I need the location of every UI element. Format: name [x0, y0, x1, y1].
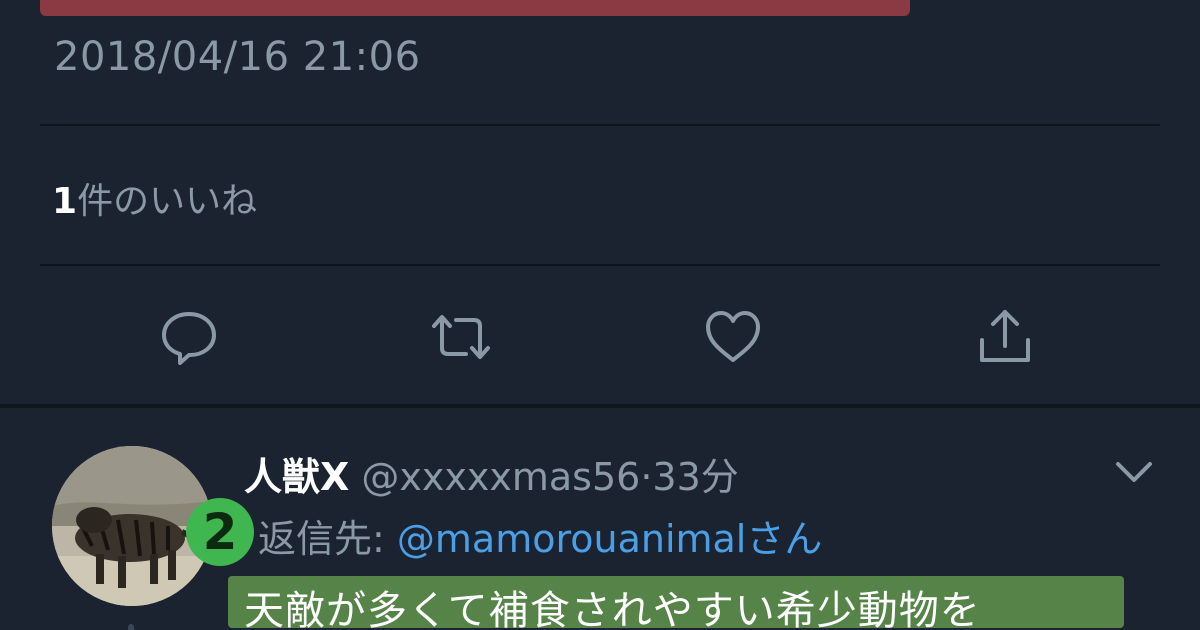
likes-count-link[interactable]: 1件のいいね — [52, 172, 257, 224]
separator: · — [640, 455, 653, 499]
reply-text: 天敵が多くて補食されやすい希少動物を — [244, 588, 981, 630]
heart-icon — [706, 311, 760, 362]
retweet-icon — [432, 315, 490, 359]
reply-to-label: 返信先: — [258, 517, 397, 561]
chevron-down-icon — [1116, 462, 1152, 482]
thread-line — [128, 624, 134, 630]
tweet-timestamp: 2018/04/16 21:06 — [54, 34, 421, 80]
mention-link[interactable]: @mamorouanimal — [397, 517, 746, 561]
annotation-number-badge: 2 — [186, 498, 254, 566]
reply-icon — [162, 312, 216, 365]
divider — [40, 264, 1160, 266]
share-button[interactable] — [970, 302, 1040, 372]
retweet-button[interactable] — [426, 302, 496, 372]
share-icon — [980, 310, 1030, 362]
reply-to-line: 返信先: @mamorouanimalさん — [258, 508, 822, 563]
tweet-action-bar — [0, 302, 1200, 372]
likes-count: 1 — [52, 181, 78, 222]
display-name[interactable]: 人獣X — [244, 455, 349, 499]
user-handle[interactable]: @xxxxxmas56 — [361, 455, 640, 499]
likes-label: 件のいいね — [77, 181, 258, 222]
red-highlight-mark — [40, 0, 910, 16]
more-options-button[interactable] — [1114, 452, 1154, 492]
mention-suffix: さん — [746, 517, 823, 561]
reply-button[interactable] — [154, 302, 224, 372]
tweet-detail-screen: 2018/04/16 21:06 1件のいいね 人獣X @xxxxxmas56·… — [0, 0, 1200, 630]
time-ago: 33分 — [652, 455, 739, 499]
divider — [40, 124, 1160, 126]
reply-tweet[interactable]: 人獣X @xxxxxmas56·33分 返信先: @mamorouanimalさ… — [0, 408, 1200, 630]
like-button[interactable] — [698, 302, 768, 372]
reply-header: 人獣X @xxxxxmas56·33分 — [244, 446, 739, 501]
